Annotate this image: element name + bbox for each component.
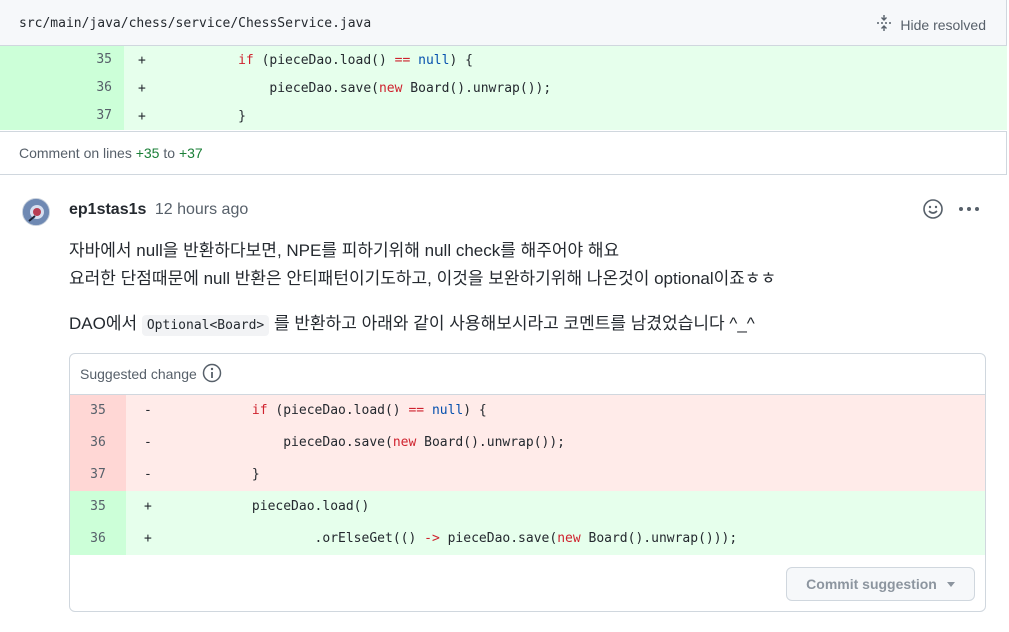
line-number[interactable]: 35	[70, 491, 126, 523]
caret-down-icon[interactable]	[946, 581, 955, 587]
smiley-icon[interactable]	[922, 198, 944, 220]
context-diff: 35 + if (pieceDao.load() == null) {36 + pi…	[0, 46, 1007, 130]
diff-line: 35- if (pieceDao.load() == null) {	[70, 395, 985, 427]
line-number[interactable]: 36	[70, 523, 126, 555]
line-number[interactable]: 36	[0, 74, 124, 102]
comment-time[interactable]: 12 hours ago	[155, 201, 248, 218]
code-token: }	[251, 467, 260, 482]
comment-on-lines: Comment on lines +35 to +37	[0, 131, 1007, 175]
line-number[interactable]: 35	[0, 46, 124, 74]
code-token: pieceDao.save(	[269, 81, 379, 96]
code-token: }	[238, 109, 246, 124]
code-token: if	[251, 403, 268, 418]
suggested-change-label: Suggested change	[80, 366, 197, 382]
hide-resolved-label: Hide resolved	[900, 16, 986, 33]
comment-on-end[interactable]: +37	[179, 145, 203, 161]
code-token: null	[418, 53, 450, 68]
file-header: src/main/java/chess/service/ChessService…	[0, 0, 1007, 46]
code-token: ) {	[463, 403, 487, 418]
info-icon[interactable]	[202, 363, 222, 386]
comment-line-3: DAO에서 Optional<Board> 를 반환하고 아래와 같이 사용해보…	[69, 309, 755, 336]
line-number[interactable]: 37	[70, 459, 126, 491]
code-content: + if (pieceDao.load() == null) {	[124, 46, 1007, 74]
diff-line: 37- }	[70, 459, 985, 491]
comment-line-2: 요러한 단점때문에 null 반환은 안티패턴이기도하고, 이것을 보완하기위해…	[69, 269, 777, 288]
comment-on-prefix: Comment on lines	[19, 145, 132, 161]
code-token: pieceDao.save(	[283, 435, 393, 450]
code-token: pieceDao.load()	[251, 499, 370, 514]
suggested-change-header: Suggested change	[70, 354, 985, 395]
avatar[interactable]	[22, 198, 50, 226]
code-token: (pieceDao.load()	[267, 403, 409, 418]
commit-suggestion-button[interactable]: Commit suggestion	[786, 567, 975, 601]
code-token: new	[378, 81, 403, 96]
code-token: null	[431, 403, 464, 418]
code-token: Board().unwrap());	[416, 435, 566, 450]
comment-line-1: 자바에서 null을 반환하다보면, NPE를 피하기위해 null check…	[69, 241, 620, 260]
code-token: ==	[408, 403, 425, 418]
line-number[interactable]: 37	[0, 102, 124, 130]
commit-suggestion-label: Commit suggestion	[806, 576, 937, 592]
code-content: + }	[124, 102, 1007, 130]
suggested-change-box: Suggested change 35- if (pieceDao.load()…	[69, 353, 986, 612]
diff-marker: -	[144, 435, 152, 450]
code-content: - pieceDao.save(new Board().unwrap());	[126, 427, 985, 459]
code-content: + pieceDao.save(new Board().unwrap());	[124, 74, 1007, 102]
file-path[interactable]: src/main/java/chess/service/ChessService…	[19, 16, 371, 31]
code-token: Board().unwrap()));	[580, 531, 738, 546]
diff-marker: -	[144, 403, 152, 418]
diff-marker: +	[144, 531, 152, 546]
unfold-icon	[876, 14, 892, 35]
code-token: pieceDao.save(	[439, 531, 558, 546]
diff-marker: +	[138, 53, 146, 68]
code-content: + pieceDao.load()	[126, 491, 985, 523]
diff-marker: +	[144, 499, 152, 514]
diff-line: 35 + if (pieceDao.load() == null) {	[0, 46, 1007, 74]
comment-author-line: ep1stas1s 12 hours ago	[69, 201, 248, 219]
diff-marker: -	[144, 467, 152, 482]
diff-line: 36 + .orElseGet(() -> pieceDao.save(new B…	[70, 523, 985, 555]
diff-line: 36 + pieceDao.save(new Board().unwrap());	[0, 74, 1007, 102]
code-content: - if (pieceDao.load() == null) {	[126, 395, 985, 427]
code-token: (pieceDao.load()	[253, 53, 395, 68]
code-token: ->	[424, 531, 440, 546]
line-number[interactable]: 36	[70, 427, 126, 459]
author-name[interactable]: ep1stas1s	[69, 201, 146, 218]
suggestion-diff: 35- if (pieceDao.load() == null) {36- pi…	[70, 395, 985, 555]
diff-marker: +	[138, 109, 146, 124]
comment-line-3-post: 를 반환하고 아래와 같이 사용해보시라고 코멘트를 남겼었습니다 ^_^	[274, 314, 755, 333]
hide-resolved-button[interactable]: Hide resolved	[876, 14, 986, 35]
comment-on-to: to	[163, 145, 176, 161]
comment-on-start[interactable]: +35	[136, 145, 160, 161]
code-token: ==	[394, 53, 411, 68]
inline-code: Optional<Board>	[141, 315, 270, 336]
diff-marker: +	[138, 81, 146, 96]
code-token: new	[392, 435, 417, 450]
kebab-horizontal-icon[interactable]	[957, 199, 981, 219]
diff-line: 35 + pieceDao.load()	[70, 491, 985, 523]
code-content: - }	[126, 459, 985, 491]
code-content: + .orElseGet(() -> pieceDao.save(new Boa…	[126, 523, 985, 555]
code-token: Board().unwrap());	[402, 81, 552, 96]
code-token: new	[557, 531, 581, 546]
comment-line-3-pre: DAO에서	[69, 314, 138, 333]
line-number[interactable]: 35	[70, 395, 126, 427]
code-token: .orElseGet(()	[314, 531, 425, 546]
code-token: if	[238, 53, 254, 68]
code-token: ) {	[449, 53, 473, 68]
diff-line: 37 + }	[0, 102, 1007, 130]
diff-line: 36- pieceDao.save(new Board().unwrap());	[70, 427, 985, 459]
